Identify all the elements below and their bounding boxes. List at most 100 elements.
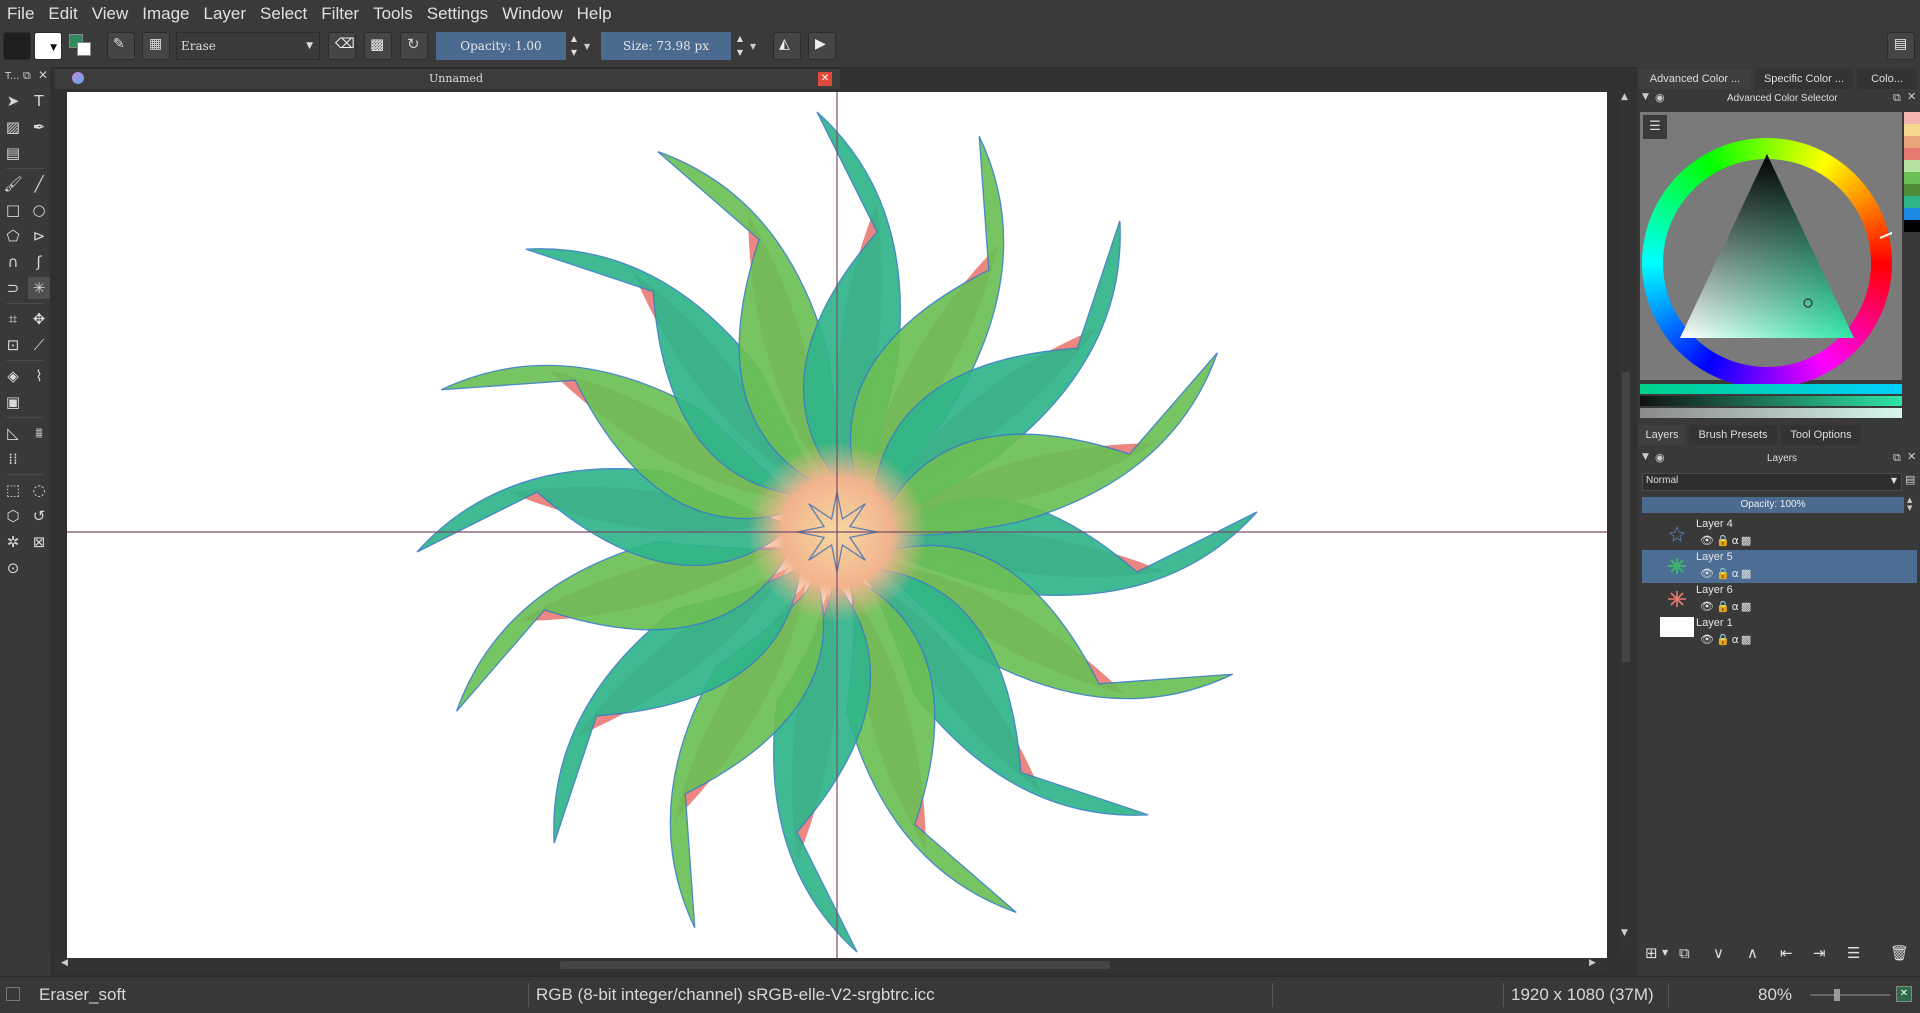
assistant-tool-icon[interactable]: ◺ [2, 422, 24, 444]
zoom-slider[interactable] [1810, 989, 1890, 1001]
document-tab[interactable]: Unnamed ✕ [55, 69, 840, 89]
move-layer-down-icon[interactable]: ∨ [1713, 944, 1724, 962]
close-icon[interactable]: ✕ [1907, 450, 1916, 463]
tab-specific-color[interactable]: Specific Color ... [1755, 69, 1853, 89]
tab-color-more[interactable]: Colo... [1857, 69, 1917, 89]
horizontal-scroll-thumb[interactable] [560, 961, 1110, 969]
saturation-value-triangle[interactable] [1642, 138, 1892, 388]
contiguous-selection-tool-icon[interactable]: ✲ [2, 531, 24, 553]
scroll-right-icon[interactable]: ▶ [1589, 958, 1596, 968]
value-slider[interactable] [1640, 396, 1902, 406]
crop-tool-icon[interactable]: ⌗ [2, 308, 24, 330]
color-history-strip[interactable] [1904, 112, 1920, 242]
chevron-down-icon[interactable]: ▼ [1662, 948, 1668, 957]
menu-select[interactable]: Select [253, 0, 314, 27]
menu-layer[interactable]: Layer [197, 0, 254, 27]
gradient-tool-icon[interactable]: ▣ [2, 391, 24, 413]
measure-tool-icon[interactable]: ⟋ [28, 334, 50, 356]
float-icon[interactable]: ⧉ [1893, 451, 1901, 465]
freehand-selection-tool-icon[interactable]: ↺ [28, 505, 50, 527]
lock-docker-icon[interactable]: ◉ [1655, 91, 1665, 104]
workspace-chooser-icon[interactable]: ▤ [1887, 32, 1915, 60]
menu-view[interactable]: View [85, 0, 136, 27]
similar-color-selection-tool-icon[interactable]: ⊠ [28, 531, 50, 553]
brush-preset-icon[interactable]: ✎ [107, 32, 135, 60]
layer-name[interactable]: Layer 6 [1696, 584, 1733, 596]
menu-image[interactable]: Image [135, 0, 196, 27]
mirror-vertical-icon[interactable]: ▶ [808, 32, 836, 60]
polyline-tool-icon[interactable]: ⊳ [28, 225, 50, 247]
close-document-icon[interactable]: ✕ [818, 72, 832, 86]
move-layer-up-icon[interactable]: ∧ [1747, 944, 1758, 962]
chevron-down-icon[interactable]: ▼ [584, 42, 590, 51]
move-tool-icon[interactable]: ✥ [28, 308, 50, 330]
layer-properties-icon[interactable]: ☰ [1847, 944, 1860, 962]
tab-advanced-color[interactable]: Advanced Color ... [1639, 69, 1751, 89]
drawing-canvas[interactable] [67, 92, 1607, 958]
hue-slider[interactable] [1640, 384, 1902, 394]
tab-layers[interactable]: Layers [1639, 425, 1685, 445]
layer-visibility-lock-alpha-icons[interactable]: 👁🔒α▩ [1700, 600, 1753, 613]
bezier-selection-tool-icon[interactable]: ⊙ [2, 557, 24, 579]
foreground-background-swatch[interactable] [3, 32, 31, 60]
preserve-alpha-icon[interactable]: ▩ [364, 32, 392, 60]
scroll-left-icon[interactable]: ◀ [61, 958, 68, 968]
menu-filter[interactable]: Filter [314, 0, 366, 27]
menu-file[interactable]: File [0, 0, 41, 27]
color-picker-tool-icon[interactable]: ⌇ [28, 365, 50, 387]
size-field[interactable]: Size: 73.98 px [601, 32, 731, 60]
layer-name[interactable]: Layer 1 [1696, 617, 1733, 629]
select-shapes-tool-icon[interactable]: ➤ [2, 90, 24, 112]
layer-row-layer-4[interactable]: Layer 4 👁🔒α▩ [1642, 517, 1917, 550]
calligraphy-tool-icon[interactable]: ✒ [28, 116, 50, 138]
line-tool-icon[interactable]: ╱ [28, 173, 50, 195]
collapse-icon[interactable]: ▼ [1642, 452, 1649, 462]
polygonal-selection-tool-icon[interactable]: ⬡ [2, 505, 24, 527]
duplicate-layer-icon[interactable]: ⧉ [1679, 944, 1690, 962]
layer-opacity-slider[interactable]: Opacity: 100% [1642, 497, 1904, 513]
dynamic-brush-tool-icon[interactable]: ⊃ [2, 277, 24, 299]
grid-tool-icon[interactable]: ⁞⁞ [2, 448, 24, 470]
text-tool-icon[interactable]: T [28, 90, 50, 112]
layer-properties-icon[interactable]: ▤ [1905, 473, 1915, 486]
transform-tool-icon[interactable]: ⊡ [2, 334, 24, 356]
reference-images-tool-icon[interactable]: ▤ [2, 142, 24, 164]
layer-name[interactable]: Layer 5 [1696, 551, 1733, 563]
float-icon[interactable]: ⧉ [23, 69, 31, 83]
opacity-field[interactable]: Opacity: 1.00 [436, 32, 566, 60]
freehand-brush-tool-icon[interactable]: 🖌 [2, 173, 24, 195]
blend-mode-select[interactable]: Erase ▼ [176, 32, 320, 60]
polygon-tool-icon[interactable]: ⬠ [2, 225, 24, 247]
layer-visibility-lock-alpha-icons[interactable]: 👁🔒α▩ [1700, 633, 1753, 646]
rectangular-selection-tool-icon[interactable]: ⬚ [2, 479, 24, 501]
tab-brush-presets[interactable]: Brush Presets [1689, 425, 1777, 445]
ellipse-tool-icon[interactable]: ○ [28, 199, 50, 221]
size-spinner[interactable]: ▲ ▼ [733, 32, 747, 60]
layer-name[interactable]: Layer 4 [1696, 518, 1733, 530]
menu-tools[interactable]: Tools [366, 0, 420, 27]
reload-preset-icon[interactable]: ↻ [400, 32, 428, 60]
merge-layer-icon[interactable]: ⇤ [1780, 944, 1793, 962]
layer-blend-mode-select[interactable]: Normal ▼ [1642, 473, 1902, 491]
fill-tool-icon[interactable]: ◈ [2, 365, 24, 387]
horizontal-scrollbar[interactable]: ◀ ▶ [55, 958, 1607, 972]
collapse-icon[interactable]: ▼ [1642, 92, 1649, 102]
color-selector-area[interactable]: ☰ [1640, 112, 1920, 388]
chevron-down-icon[interactable]: ▼ [750, 42, 756, 51]
layer-row-layer-5[interactable]: Layer 5 👁🔒α▩ [1642, 550, 1917, 583]
scroll-up-icon[interactable]: ▲ [1621, 92, 1628, 102]
lock-docker-icon[interactable]: ◉ [1655, 451, 1665, 464]
canvas-only-mode-icon[interactable]: ✕ [1896, 986, 1912, 1002]
opacity-spinner[interactable]: ▲ ▼ [567, 32, 581, 60]
layer-row-layer-6[interactable]: Layer 6 👁🔒α▩ [1642, 583, 1917, 616]
flatten-layer-icon[interactable]: ⇥ [1813, 944, 1826, 962]
float-icon[interactable]: ⧉ [1893, 91, 1901, 105]
close-icon[interactable]: ✕ [38, 68, 48, 82]
elliptical-selection-tool-icon[interactable]: ◌ [28, 479, 50, 501]
delete-layer-icon[interactable]: 🗑 [1890, 944, 1909, 962]
menu-settings[interactable]: Settings [420, 0, 495, 27]
saturation-slider[interactable] [1640, 408, 1902, 418]
vertical-scrollbar[interactable]: ▲ ▼ [1619, 92, 1633, 958]
vertical-scroll-thumb[interactable] [1622, 372, 1630, 662]
bezier-curve-tool-icon[interactable]: ∩ [2, 251, 24, 273]
